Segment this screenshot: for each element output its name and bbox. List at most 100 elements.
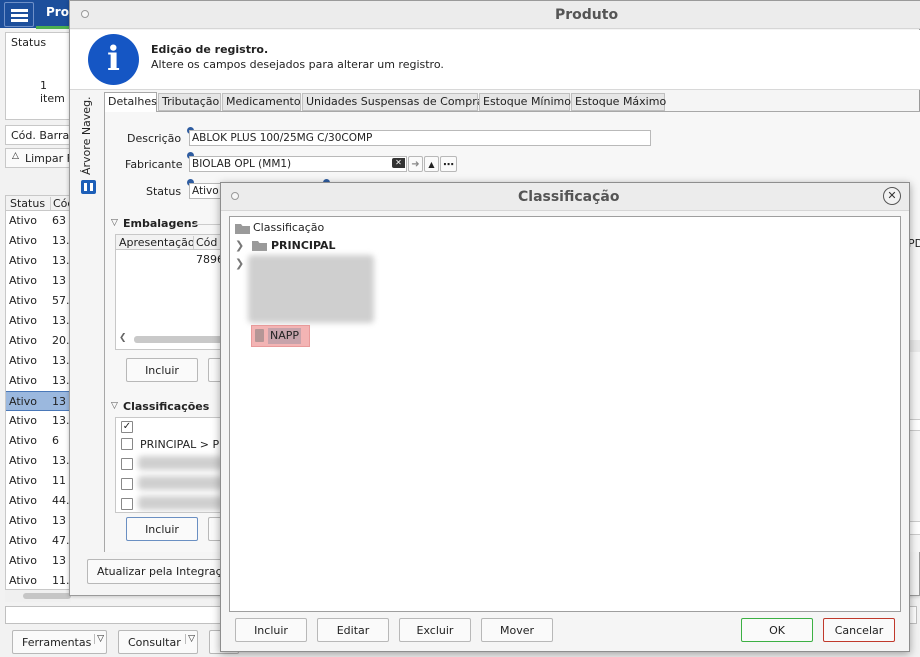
class-row-checkbox[interactable] [121,438,133,450]
classificacoes-incluir-button[interactable]: Incluir [126,517,198,541]
row-status: Ativo [9,374,37,387]
cancelar-button[interactable]: Cancelar [823,618,895,642]
embalagens-incluir-button[interactable]: Incluir [126,358,198,382]
clear-filter-button[interactable]: △ Limpar F [5,148,71,168]
table-row[interactable]: Ativo 13. [6,411,70,431]
row-status: Ativo [9,534,37,547]
status-label: Status [146,185,182,198]
classificacoes-toggle-icon[interactable]: ▽ [111,401,118,411]
class-row-checkbox[interactable] [121,478,133,490]
tab-medicamento[interactable]: Medicamento [222,93,301,111]
table-row[interactable]: Ativo 13. [6,231,70,251]
table-row[interactable]: Ativo 11. [6,571,70,589]
tab-estoque-minimo[interactable]: Estoque Mínimo [479,93,571,111]
tree-editar-button[interactable]: Editar [317,618,389,642]
embalagens-scroll-left-icon[interactable]: ❮ [119,333,127,343]
blurred-text [138,456,223,470]
tree-nav-side-tab[interactable]: Árvore Naveg. [80,93,100,197]
tree-node-principal[interactable]: PRINCIPAL [271,239,336,252]
tree-root-label[interactable]: Classificação [253,221,324,234]
classificacoes-list: ✓ PRINCIPAL > PR [115,417,225,513]
window-dot-icon [231,192,239,200]
descricao-input[interactable]: ABLOK PLUS 100/25MG C/30COMP [189,130,651,146]
embalagens-divider [193,224,223,225]
header-apresentacao[interactable]: Apresentação [119,236,195,249]
class-row-checkbox[interactable] [121,458,133,470]
tab-detalhes[interactable]: Detalhes [104,92,157,113]
tab-unidades-suspensas[interactable]: Unidades Suspensas de Compra [302,93,484,111]
row-status: Ativo [9,254,37,267]
table-row[interactable]: Ativo 13 [6,511,70,531]
table-row[interactable]: Ativo 13. [6,251,70,271]
header-status[interactable]: Status [10,197,45,210]
tab-label: Unidades Suspensas de Compra [306,95,484,108]
table-row[interactable]: Ativo 13. [6,351,70,371]
embalagens-table: Apresentação Cód 7896 ❮ [115,234,225,350]
tab-tributacao[interactable]: Tributação [158,93,221,111]
table-row[interactable]: Ativo 63 [6,211,70,231]
tree-mover-button[interactable]: Mover [481,618,553,642]
fabricante-input[interactable]: BIOLAB OPL (MM1) [189,156,407,172]
blurred-text [138,476,223,490]
embalagens-hscrollbar[interactable] [134,336,224,343]
table-row[interactable]: Ativo 13 [6,551,70,571]
tree-excluir-button[interactable]: Excluir [399,618,471,642]
blurred-text [138,496,223,510]
chevron-right-icon[interactable]: ❯ [235,239,244,252]
row-code: 13 [52,554,66,567]
close-icon[interactable]: ✕ [883,187,901,205]
up-arrow-button[interactable]: ▲ [424,156,439,172]
napp-label-highlight: NAPP [268,328,302,344]
table-row[interactable]: Ativo 6 [6,431,70,451]
napp-label: NAPP [270,329,300,342]
clear-filter-label: Limpar F [25,152,71,165]
status-filter-box[interactable]: Status 1 item [5,32,71,120]
tab-estoque-maximo[interactable]: Estoque Máximo [571,93,666,111]
produto-title: Produto [555,7,619,23]
consultar-button[interactable]: Consultar ▽ [118,630,198,654]
ferramentas-button[interactable]: Ferramentas ▽ [12,630,107,654]
table-hscrollbar[interactable] [5,590,71,602]
navigate-arrow-button[interactable]: ➜ [408,156,423,172]
select-all-checkbox[interactable]: ✓ [121,421,133,433]
table-row[interactable]: Ativo 13 [6,391,70,411]
row-code: 11. [52,574,70,587]
menu-button[interactable] [4,2,34,27]
embalagens-toggle-icon[interactable]: ▽ [111,218,118,228]
tree-node-napp[interactable]: NAPP [251,325,310,347]
header-code[interactable]: Cód [50,197,70,210]
row-code: 44. [52,494,70,507]
barcode-field[interactable]: Cód. Barras [5,125,75,145]
table-row[interactable]: Ativo 13 [6,271,70,291]
tab-bar: Detalhes Tributação Medicamento Unidades… [104,91,920,113]
row-code: 11 [52,474,66,487]
table-row[interactable]: Ativo 57. [6,291,70,311]
table-row[interactable]: Ativo 13. [6,371,70,391]
chevron-right-icon[interactable]: ❯ [235,257,244,270]
table-row[interactable]: Ativo 13. [6,311,70,331]
classificacao-dialog: Classificação ✕ Classificação ❯ PRINCIPA… [220,182,910,652]
table-row[interactable]: Ativo 47. [6,531,70,551]
row-status: Ativo [9,314,37,327]
clear-field-icon[interactable]: ✕ [392,158,405,168]
more-options-button[interactable]: ⋯ [440,156,457,172]
row-status: Ativo [9,294,37,307]
header-code[interactable]: Cód [193,236,217,249]
table-header: Status Cód [6,196,70,211]
row-code: 57. [52,294,70,307]
consultar-label: Consultar [128,635,181,649]
open-folder-icon [235,224,250,234]
table-row[interactable]: Ativo 44. [6,491,70,511]
atualizar-integracao-button[interactable]: Atualizar pela Integraçã [87,559,233,584]
row-status: Ativo [9,414,37,427]
tree-incluir-button[interactable]: Incluir [235,618,307,642]
row-status: Ativo [9,274,37,287]
row-status: Ativo [9,434,37,447]
ok-button[interactable]: OK [741,618,813,642]
table-row[interactable]: Ativo 20. [6,331,70,351]
classification-tree: Classificação ❯ PRINCIPAL ❯ NAPP [229,216,901,612]
row-code: 47. [52,534,70,547]
table-row[interactable]: Ativo 13. [6,451,70,471]
class-row-checkbox[interactable] [121,498,133,510]
table-row[interactable]: Ativo 11 [6,471,70,491]
